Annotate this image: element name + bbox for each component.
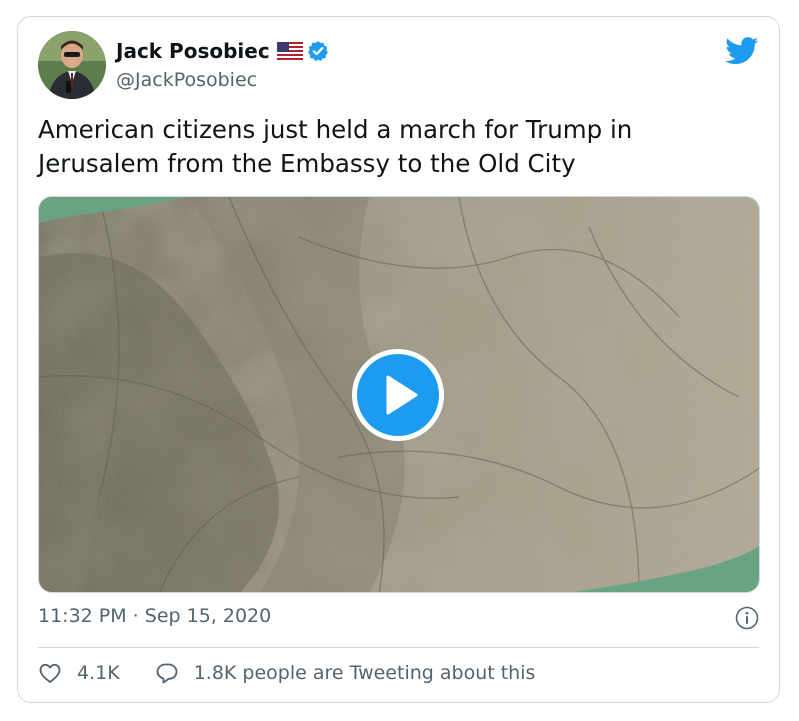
- play-button[interactable]: [352, 349, 444, 441]
- verified-badge-icon: [307, 40, 329, 62]
- divider: [38, 647, 759, 648]
- reply-text: 1.8K people are Tweeting about this: [193, 662, 536, 684]
- twitter-bird-icon[interactable]: [725, 37, 759, 65]
- like-count: 4.1K: [77, 662, 120, 684]
- tweet-text-line: American citizens just held a march for …: [38, 115, 633, 144]
- avatar[interactable]: [38, 31, 106, 99]
- heart-icon: [39, 663, 61, 683]
- tweet-text-line: Jerusalem from the Embassy to the Old Ci…: [38, 149, 576, 178]
- speech-bubble-icon: [156, 663, 178, 684]
- video-player[interactable]: [38, 196, 760, 593]
- tweet-text: American citizens just held a march for …: [38, 113, 738, 181]
- us-flag-icon: [276, 42, 303, 60]
- tweet-card[interactable]: Jack Posobiec @JackPosobiec American cit…: [17, 16, 780, 703]
- tweet-timestamp[interactable]: 11:32 PM · Sep 15, 2020: [38, 605, 271, 627]
- like-button[interactable]: 4.1K: [38, 661, 120, 685]
- user-handle[interactable]: @JackPosobiec: [116, 69, 257, 91]
- play-icon[interactable]: [357, 354, 439, 436]
- display-name[interactable]: Jack Posobiec: [116, 39, 270, 63]
- reply-button[interactable]: 1.8K people are Tweeting about this: [155, 661, 536, 685]
- info-icon[interactable]: [735, 606, 759, 630]
